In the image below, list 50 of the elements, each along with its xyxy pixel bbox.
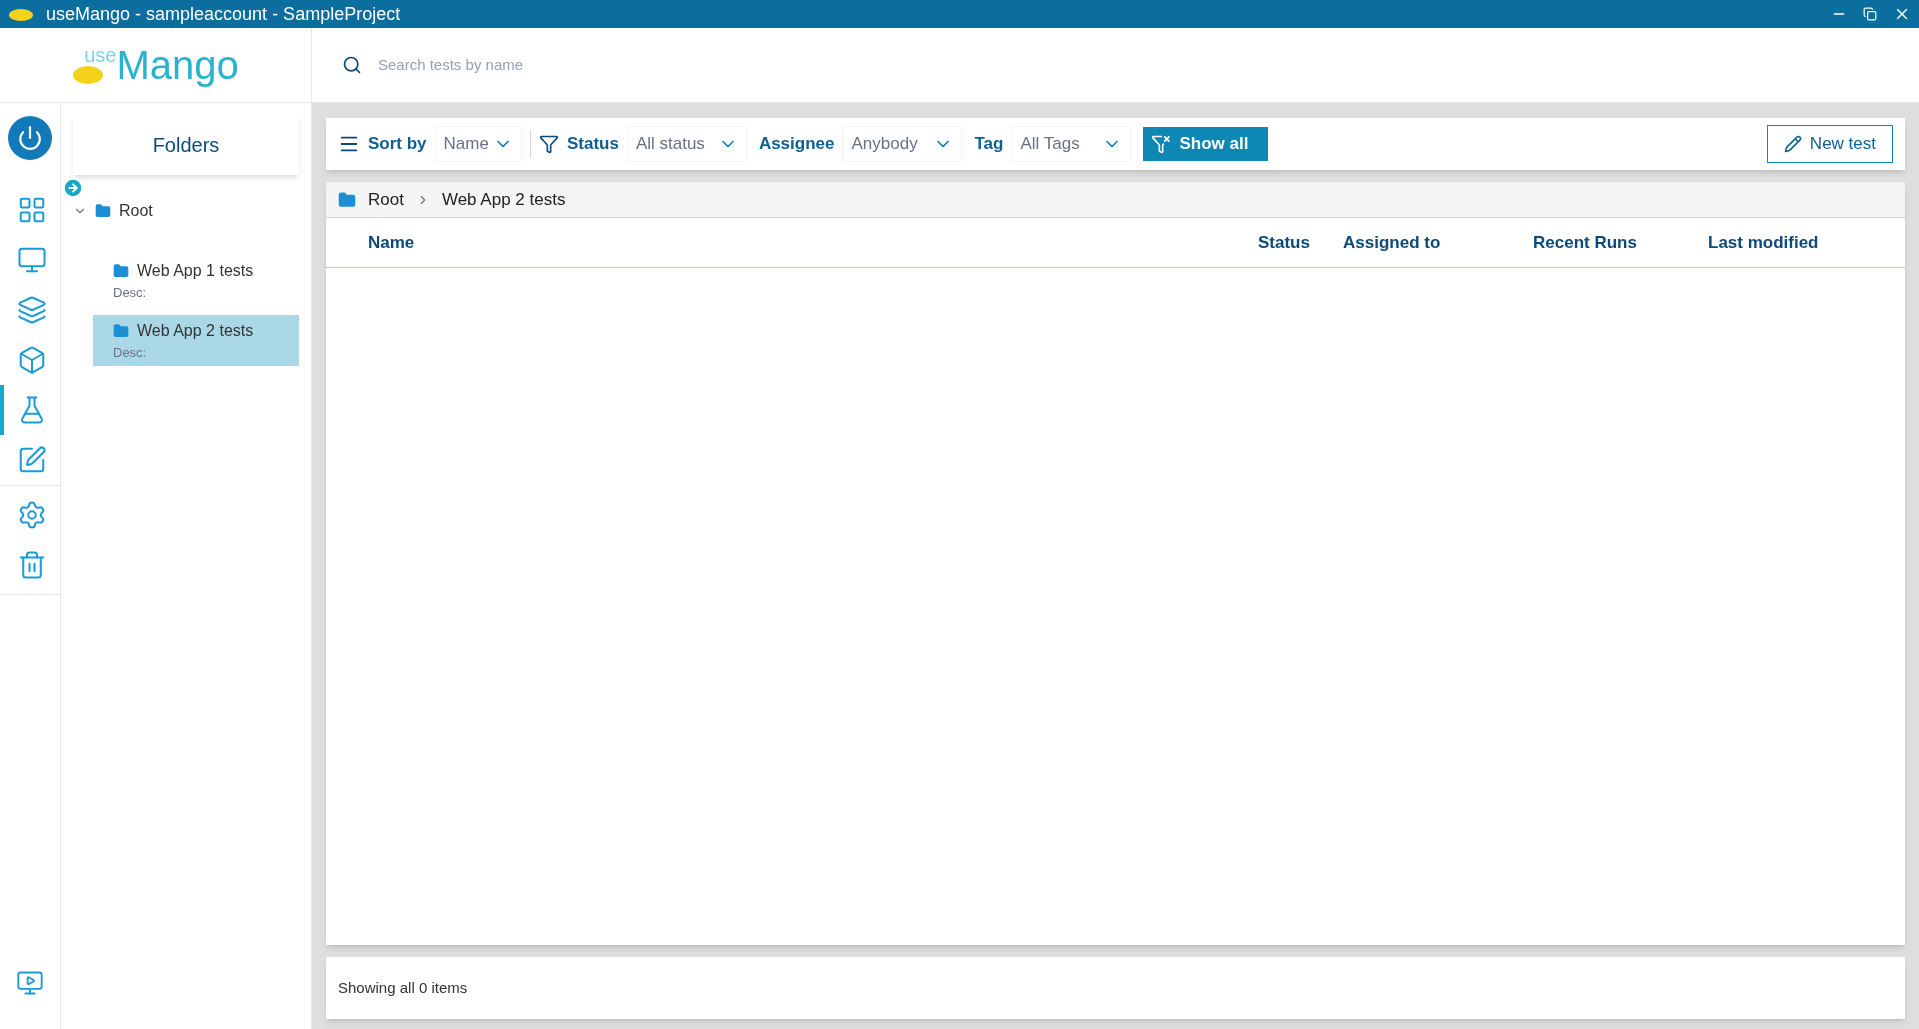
cube-icon [17, 345, 47, 375]
folder-description: Desc: [113, 343, 148, 362]
show-all-button[interactable]: Show all [1143, 127, 1269, 161]
edit-icon [17, 445, 47, 475]
dashboard-icon [17, 195, 47, 225]
filter-dropdown[interactable]: All status [626, 126, 747, 162]
folder-item[interactable]: Root [73, 195, 279, 227]
filter-label: Tag [974, 133, 1004, 156]
folder-label: Web App 2 tests [137, 320, 254, 341]
filter-clear-icon [1151, 134, 1172, 154]
folder-description: Desc: [113, 284, 148, 302]
restore-icon[interactable] [1863, 7, 1877, 21]
window-title: useMango - sampleaccount - SampleProject [46, 2, 401, 26]
folder-label: Web App 1 tests [137, 261, 254, 281]
trash-icon [17, 550, 47, 580]
new-test-button[interactable]: New test [1766, 125, 1893, 163]
mango-icon [8, 6, 34, 22]
settings-icon [17, 500, 47, 530]
filter-icon [538, 134, 559, 154]
sort-dropdown[interactable]: Name [434, 126, 522, 162]
breadcrumb-item[interactable]: Web App 2 tests [441, 186, 566, 213]
item-count: Showing all 0 items [338, 977, 468, 998]
breadcrumb-item[interactable]: Root [368, 186, 404, 213]
folder-icon [113, 322, 129, 339]
column-header[interactable]: Last modified [1708, 229, 1908, 256]
sort-label: Sort by [368, 133, 427, 156]
column-header[interactable]: Assigned to [1343, 229, 1533, 256]
folder-item[interactable]: Web App 1 tests Desc: [93, 255, 299, 307]
column-header[interactable]: Recent Runs [1533, 229, 1708, 256]
folder-item[interactable]: Web App 2 tests Desc: [93, 314, 299, 366]
monitor-icon [17, 245, 47, 275]
folder-icon [113, 263, 129, 279]
folders-header: Folders [73, 115, 299, 175]
column-header[interactable]: Name [368, 229, 1258, 256]
folder-icon [338, 190, 356, 209]
search-icon [342, 55, 362, 75]
filter-label: Assignee [758, 133, 835, 156]
column-header[interactable]: Status [1258, 229, 1343, 256]
power-icon[interactable] [8, 116, 52, 160]
pencil-icon [1783, 135, 1802, 153]
filter-label: Status [566, 133, 619, 156]
search-field[interactable]: Search tests by name [378, 53, 1889, 77]
folder-icon [95, 203, 111, 219]
logo-prefix: use [84, 43, 117, 68]
filter-dropdown[interactable]: Anybody [842, 126, 963, 162]
folder-label: Root [119, 201, 153, 221]
filter-dropdown[interactable]: All Tags [1011, 126, 1132, 162]
monitor-play-icon[interactable] [16, 969, 44, 997]
logo-text: Mango [116, 45, 239, 85]
layers-icon [17, 295, 47, 325]
